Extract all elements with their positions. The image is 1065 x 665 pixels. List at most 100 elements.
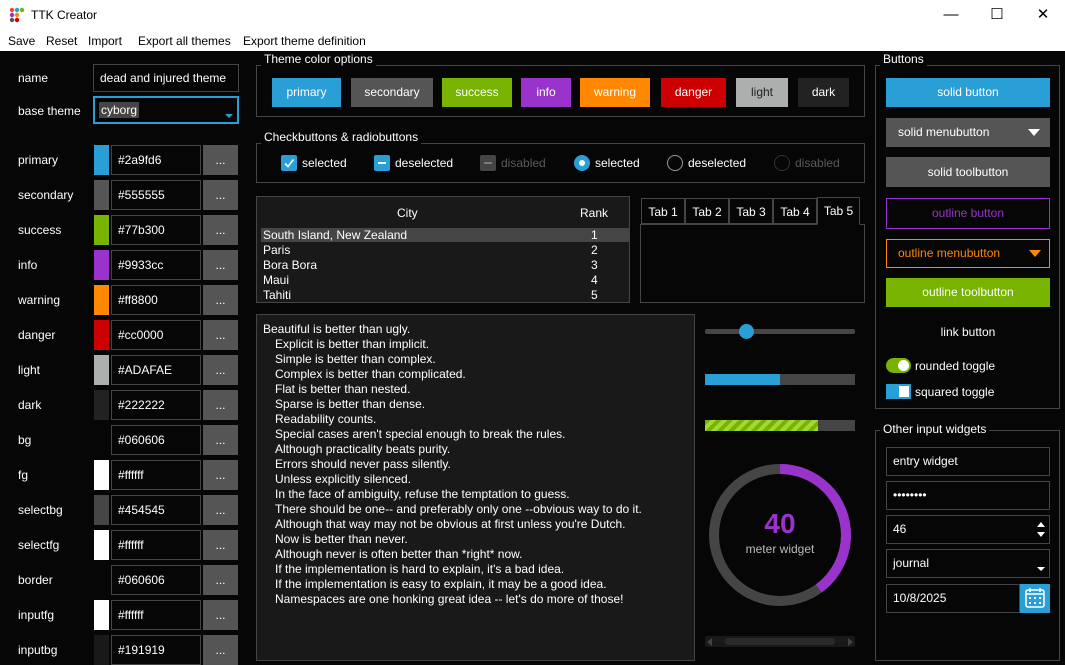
- color-picker-button-success[interactable]: ...: [203, 215, 238, 245]
- rounded-toggle[interactable]: [886, 358, 911, 373]
- zen-line: In the face of ambiguity, refuse the tem…: [275, 487, 570, 501]
- menu-export-theme-definition[interactable]: Export theme definition: [243, 34, 366, 48]
- scale-trough[interactable]: [705, 329, 855, 334]
- spin-up-icon[interactable]: [1037, 522, 1045, 527]
- scrollbar-thumb[interactable]: [725, 638, 835, 645]
- table-cell-city[interactable]: Paris: [263, 243, 290, 257]
- outline-menubutton[interactable]: outline menubutton: [886, 239, 1050, 268]
- table-cell-rank[interactable]: 5: [591, 288, 598, 302]
- chevron-down-icon: [1037, 567, 1045, 571]
- theme-button-info[interactable]: info: [521, 78, 571, 107]
- color-input-inputfg[interactable]: #ffffff: [111, 600, 201, 630]
- color-picker-button-light[interactable]: ...: [203, 355, 238, 385]
- color-input-border[interactable]: #060606: [111, 565, 201, 595]
- theme-button-warning[interactable]: warning: [580, 78, 650, 107]
- close-button[interactable]: ✕: [1021, 4, 1065, 26]
- table-header-rank[interactable]: Rank: [580, 206, 608, 220]
- solid-button[interactable]: solid button: [886, 78, 1050, 107]
- table-cell-rank[interactable]: 1: [591, 228, 598, 242]
- theme-button-primary[interactable]: primary: [272, 78, 341, 107]
- radio-selected[interactable]: [574, 155, 590, 171]
- color-picker-button-danger[interactable]: ...: [203, 320, 238, 350]
- calendar-button[interactable]: [1020, 584, 1050, 613]
- color-input-primary[interactable]: #2a9fd6: [111, 145, 201, 175]
- tab-2[interactable]: Tab 2: [685, 198, 729, 224]
- color-picker-button-secondary[interactable]: ...: [203, 180, 238, 210]
- zen-line: Although never is often better than *rig…: [275, 547, 523, 561]
- minimize-button[interactable]: —: [929, 4, 973, 26]
- theme-button-light[interactable]: light: [736, 78, 788, 107]
- menu-export-all-themes[interactable]: Export all themes: [138, 34, 231, 48]
- color-picker-button-warning[interactable]: ...: [203, 285, 238, 315]
- color-picker-button-selectbg[interactable]: ...: [203, 495, 238, 525]
- combobox[interactable]: journal: [886, 549, 1050, 578]
- menu-reset[interactable]: Reset: [46, 34, 77, 48]
- theme-button-success[interactable]: success: [442, 78, 512, 107]
- entry-widget[interactable]: entry widget: [886, 447, 1050, 476]
- spin-down-icon[interactable]: [1037, 532, 1045, 537]
- scroll-left-icon[interactable]: [707, 638, 712, 646]
- color-picker-button-dark[interactable]: ...: [203, 390, 238, 420]
- table-cell-rank[interactable]: 4: [591, 273, 598, 287]
- color-input-success[interactable]: #77b300: [111, 215, 201, 245]
- color-input-secondary[interactable]: #555555: [111, 180, 201, 210]
- color-picker-button-selectfg[interactable]: ...: [203, 530, 238, 560]
- spinbox[interactable]: 46: [886, 515, 1050, 544]
- color-picker-button-bg[interactable]: ...: [203, 425, 238, 455]
- name-input[interactable]: dead and injured theme: [93, 64, 239, 92]
- date-entry[interactable]: 10/8/2025: [886, 584, 1020, 613]
- color-swatch-primary: [94, 145, 109, 175]
- zen-line: Although practicality beats purity.: [275, 442, 451, 456]
- color-picker-button-border[interactable]: ...: [203, 565, 238, 595]
- scroll-right-icon[interactable]: [848, 638, 853, 646]
- table-cell-city[interactable]: Bora Bora: [263, 258, 317, 272]
- outline-menubutton-label: outline menubutton: [898, 246, 1001, 260]
- table-cell-city[interactable]: Maui: [263, 273, 289, 287]
- check-selected[interactable]: [281, 155, 297, 171]
- color-input-bg[interactable]: #060606: [111, 425, 201, 455]
- color-input-info[interactable]: #9933cc: [111, 250, 201, 280]
- color-input-danger[interactable]: #cc0000: [111, 320, 201, 350]
- color-picker-button-inputfg[interactable]: ...: [203, 600, 238, 630]
- solid-menubutton[interactable]: solid menubutton: [886, 118, 1050, 147]
- color-input-fg[interactable]: #ffffff: [111, 460, 201, 490]
- maximize-button[interactable]: ☐: [975, 4, 1019, 26]
- tab-5[interactable]: Tab 5: [817, 197, 860, 225]
- horizontal-scrollbar[interactable]: [705, 636, 855, 647]
- color-input-selectfg[interactable]: #ffffff: [111, 530, 201, 560]
- table-cell-rank[interactable]: 3: [591, 258, 598, 272]
- color-picker-button-fg[interactable]: ...: [203, 460, 238, 490]
- outline-toolbutton[interactable]: outline toolbutton: [886, 278, 1050, 307]
- squared-toggle[interactable]: [886, 384, 911, 399]
- menu-import[interactable]: Import: [88, 34, 122, 48]
- color-input-selectbg[interactable]: #454545: [111, 495, 201, 525]
- theme-button-danger[interactable]: danger: [661, 78, 726, 107]
- tab-1[interactable]: Tab 1: [641, 198, 685, 224]
- theme-button-dark[interactable]: dark: [798, 78, 849, 107]
- color-input-light[interactable]: #ADAFAE: [111, 355, 201, 385]
- table-cell-city[interactable]: South Island, New Zealand: [263, 228, 407, 242]
- table-cell-rank[interactable]: 2: [591, 243, 598, 257]
- radio-deselected[interactable]: [667, 155, 683, 171]
- color-picker-button-primary[interactable]: ...: [203, 145, 238, 175]
- city-table[interactable]: City Rank South Island, New Zealand 1 Pari…: [256, 196, 630, 303]
- color-picker-button-info[interactable]: ...: [203, 250, 238, 280]
- menu-save[interactable]: Save: [8, 34, 35, 48]
- table-header-city[interactable]: City: [397, 206, 418, 220]
- outline-button[interactable]: outline button: [886, 198, 1050, 229]
- color-input-warning[interactable]: #ff8800: [111, 285, 201, 315]
- solid-toolbutton[interactable]: solid toolbutton: [886, 157, 1050, 187]
- color-input-dark[interactable]: #222222: [111, 390, 201, 420]
- color-label-inputbg: inputbg: [18, 643, 58, 657]
- check-deselected[interactable]: [374, 155, 390, 171]
- link-button[interactable]: link button: [886, 318, 1050, 347]
- theme-button-secondary[interactable]: secondary: [351, 78, 433, 107]
- color-label-border: border: [18, 573, 53, 587]
- password-field[interactable]: ••••••••: [886, 481, 1050, 510]
- zen-line: Explicit is better than implicit.: [275, 337, 430, 351]
- table-cell-city[interactable]: Tahiti: [263, 288, 291, 302]
- tab-3[interactable]: Tab 3: [729, 198, 773, 224]
- tab-4[interactable]: Tab 4: [773, 198, 817, 224]
- scale-handle[interactable]: [738, 324, 754, 339]
- base-theme-combobox[interactable]: cyborg: [93, 96, 239, 124]
